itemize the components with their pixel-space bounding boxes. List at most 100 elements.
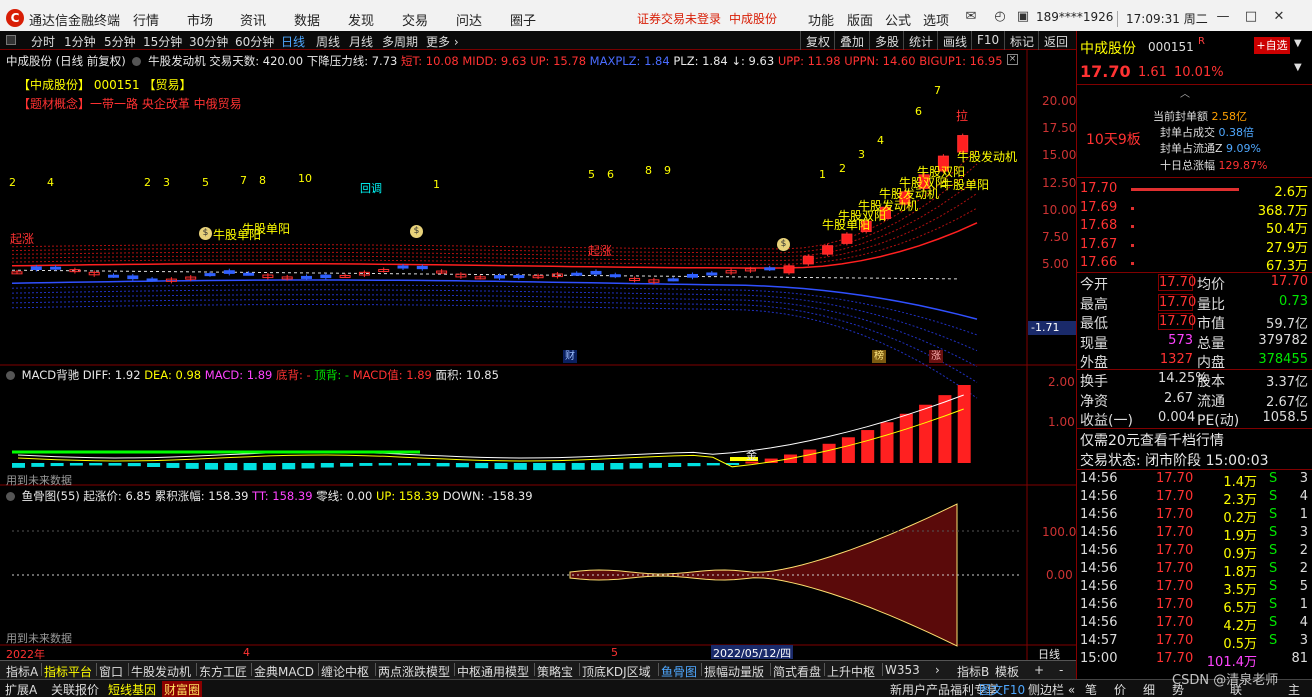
indicator-tab[interactable]: 振幅动量版 — [704, 663, 764, 680]
period-15min[interactable]: 15分钟 — [143, 33, 182, 50]
indicator-tab[interactable]: 指标A — [6, 663, 38, 680]
money-bag-icon[interactable]: $ — [777, 238, 790, 251]
indicator-tab[interactable]: 牛股发动机 — [131, 663, 191, 680]
indicator-tab[interactable]: 金典MACD — [254, 663, 314, 680]
menu-discover[interactable]: 发现 — [348, 10, 374, 29]
dropdown-icon[interactable]: ▼ — [1294, 38, 1302, 49]
indicator-tab[interactable]: 东方工匠 — [199, 663, 247, 680]
status-btn-detail[interactable]: 细 — [1143, 681, 1155, 697]
status-btn-price[interactable]: 价 — [1114, 681, 1126, 697]
period-30min[interactable]: 30分钟 — [189, 33, 228, 50]
period-intraday[interactable]: 分时 — [31, 33, 55, 50]
sidebar-toggle[interactable]: 侧边栏 « — [1028, 681, 1075, 697]
collapse-icon[interactable]: ︿ — [1180, 85, 1190, 100]
menu-data[interactable]: 数据 — [294, 10, 320, 29]
indicator-tab[interactable]: 简式看盘 — [773, 663, 821, 680]
menu-options[interactable]: 选项 — [923, 10, 949, 29]
period-60min[interactable]: 60分钟 — [235, 33, 274, 50]
period-5min[interactable]: 5分钟 — [104, 33, 136, 50]
status-tab-short-gene[interactable]: 短线基因 — [108, 681, 156, 697]
indicator-tab[interactable]: 缠论中枢 — [321, 663, 369, 680]
trade-login-notice[interactable]: 证券交易未登录 — [637, 10, 721, 27]
wave-number: 9 — [664, 164, 671, 177]
indicator-tab[interactable]: 策略宝 — [537, 663, 573, 680]
period-multi[interactable]: 多周期 — [382, 33, 418, 50]
order-price[interactable]: 17.70 — [1080, 181, 1117, 196]
rank-badge[interactable]: 榜 — [872, 350, 886, 363]
status-tab-related-quotes[interactable]: 关联报价 — [51, 681, 99, 697]
status-tab-extend-a[interactable]: 扩展A — [5, 681, 37, 697]
tab-add[interactable]: + — [1034, 663, 1044, 677]
order-price[interactable]: 17.69 — [1080, 200, 1117, 215]
indicator-tab[interactable]: 两点涨跌模型 — [378, 663, 450, 680]
skin-icon[interactable]: ✉ — [962, 8, 980, 26]
menu-quotes[interactable]: 行情 — [133, 10, 159, 29]
rise-badge[interactable]: 涨 — [929, 350, 943, 363]
close-icon[interactable]: ✕ — [1270, 8, 1288, 26]
current-stock-notice[interactable]: 中成股份 — [729, 10, 777, 27]
mark-button[interactable]: 标记 — [1004, 31, 1039, 50]
order-price[interactable]: 17.66 — [1080, 255, 1117, 270]
order-price[interactable]: 17.67 — [1080, 237, 1117, 252]
tab-scroll-icon[interactable]: › — [935, 663, 940, 677]
menu-trade[interactable]: 交易 — [402, 10, 428, 29]
multi-stock-button[interactable]: 多股 — [869, 31, 904, 50]
period-weekly[interactable]: 周线 — [316, 33, 340, 50]
indicator-tab[interactable]: 鱼骨图 — [661, 663, 697, 680]
f10-button[interactable]: F10 — [971, 31, 1004, 50]
menu-circle[interactable]: 圈子 — [510, 10, 536, 29]
menu-news[interactable]: 资讯 — [240, 10, 266, 29]
indicator-tab[interactable]: 上升中枢 — [827, 663, 875, 680]
finance-badge[interactable]: 财 — [563, 350, 577, 363]
add-favorite-button[interactable]: +自选 — [1254, 37, 1290, 54]
tab-indicator-b[interactable]: 指标B — [957, 663, 989, 680]
period-1min[interactable]: 1分钟 — [64, 33, 96, 50]
main-indicator-name[interactable]: 牛股发动机 — [148, 54, 206, 68]
f10-link[interactable]: 图文F10 — [979, 681, 1025, 697]
draw-line-button[interactable]: 画线 — [937, 31, 972, 50]
menu-function[interactable]: 功能 — [808, 10, 834, 29]
status-btn-pen[interactable]: 笔 — [1085, 681, 1097, 697]
status-btn-main[interactable]: 主 — [1288, 681, 1300, 697]
money-bag-icon[interactable]: $ — [410, 225, 423, 238]
macd-bar — [378, 463, 392, 466]
notification-icon[interactable]: ◴ — [991, 8, 1009, 26]
indicator-tab[interactable]: 窗口 — [99, 663, 123, 680]
lock-icon[interactable]: ▣ — [1014, 8, 1032, 26]
indicator-tab[interactable]: 顶底KDJ区域 — [582, 663, 651, 680]
user-id[interactable]: 189****1926 — [1036, 10, 1113, 24]
overlay-button[interactable]: 叠加 — [834, 31, 869, 50]
back-button[interactable]: 返回 — [1038, 31, 1073, 50]
menu-wenda[interactable]: 问达 — [456, 10, 482, 29]
adjust-button[interactable]: 复权 — [800, 31, 835, 50]
depth-promo[interactable]: 仅需20元查看千档行情 — [1080, 430, 1224, 450]
chart-canvas[interactable] — [0, 50, 1076, 660]
indicator-settings-icon[interactable] — [132, 57, 142, 66]
indicator-tab[interactable]: 指标平台 — [44, 663, 92, 680]
candle-body — [783, 265, 795, 274]
menu-market[interactable]: 市场 — [187, 10, 213, 29]
period-daily[interactable]: 日线 — [281, 33, 305, 50]
close-indicator-icon[interactable]: × — [1007, 54, 1018, 65]
status-tab-wealth-circle[interactable]: 财富圈 — [162, 681, 203, 697]
panel-toggle-icon[interactable] — [6, 35, 16, 45]
minimize-icon[interactable]: — — [1214, 8, 1232, 26]
indicator-tab[interactable]: W353 — [885, 663, 920, 677]
tick-side: S — [1269, 597, 1278, 612]
indicator-tab[interactable]: 中枢通用模型 — [457, 663, 529, 680]
dropdown-icon[interactable]: ▼ — [1294, 62, 1302, 73]
maximize-icon[interactable]: □ — [1242, 8, 1260, 26]
order-price[interactable]: 17.68 — [1080, 218, 1117, 233]
indicator-settings-icon[interactable] — [6, 371, 15, 380]
tab-template[interactable]: 模板 — [995, 663, 1019, 680]
indicator-settings-icon[interactable] — [6, 492, 15, 501]
tab-remove[interactable]: - — [1059, 663, 1063, 677]
period-more[interactable]: 更多 › — [426, 33, 459, 50]
macd-indicator-name[interactable]: MACD背驰 — [22, 368, 79, 382]
menu-layout[interactable]: 版面 — [847, 10, 873, 29]
money-bag-icon[interactable]: $ — [199, 227, 212, 240]
menu-formula[interactable]: 公式 — [885, 10, 911, 29]
period-monthly[interactable]: 月线 — [349, 33, 373, 50]
statistics-button[interactable]: 统计 — [903, 31, 938, 50]
fishbone-indicator-name[interactable]: 鱼骨图(55) — [22, 489, 80, 503]
